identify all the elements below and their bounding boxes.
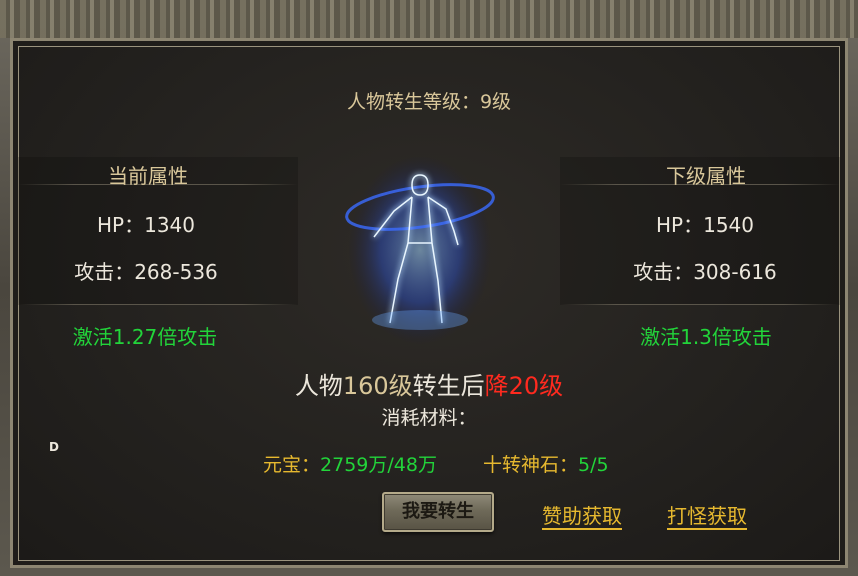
side-letter: D	[49, 440, 59, 454]
next-bottom-divider	[560, 304, 840, 305]
material-yuanbao-label: 元宝：	[263, 454, 321, 476]
rebirth-notice: 人物160级转生后降20级	[0, 366, 858, 401]
materials-label: 消耗材料：	[381, 407, 477, 429]
notice-prefix: 人物	[294, 372, 343, 400]
notice-middle: 转生后	[412, 372, 485, 400]
current-activation: 激活1.27倍攻击	[72, 325, 218, 349]
material-shenshi: 十转神石：5/5	[483, 450, 609, 477]
material-shenshi-value: 5/5	[578, 454, 609, 476]
monster-obtain-link[interactable]: 打怪获取	[667, 504, 747, 530]
next-activation: 激活1.3倍攻击	[640, 325, 772, 349]
current-stats-header: 当前属性	[108, 164, 188, 188]
current-attack: 攻击：268-536	[74, 260, 218, 284]
current-hp: HP：1340	[97, 213, 195, 237]
rebirth-level-title: 人物转生等级：9级	[346, 91, 512, 113]
next-hp: HP：1540	[656, 213, 754, 237]
material-shenshi-label: 十转神石：	[483, 454, 579, 476]
material-yuanbao-value: 2759万/48万	[320, 454, 437, 476]
current-bottom-divider	[18, 304, 298, 305]
sponsor-obtain-link[interactable]: 赞助获取	[542, 504, 622, 530]
notice-penalty: 降20级	[484, 372, 564, 400]
character-icon	[345, 155, 495, 345]
notice-level: 160级	[342, 372, 413, 400]
rebirth-button[interactable]: 我要转生	[382, 492, 494, 532]
material-yuanbao: 元宝：2759万/48万	[263, 450, 437, 477]
next-attack: 攻击：308-616	[633, 260, 777, 284]
next-stats-header: 下级属性	[666, 164, 746, 188]
